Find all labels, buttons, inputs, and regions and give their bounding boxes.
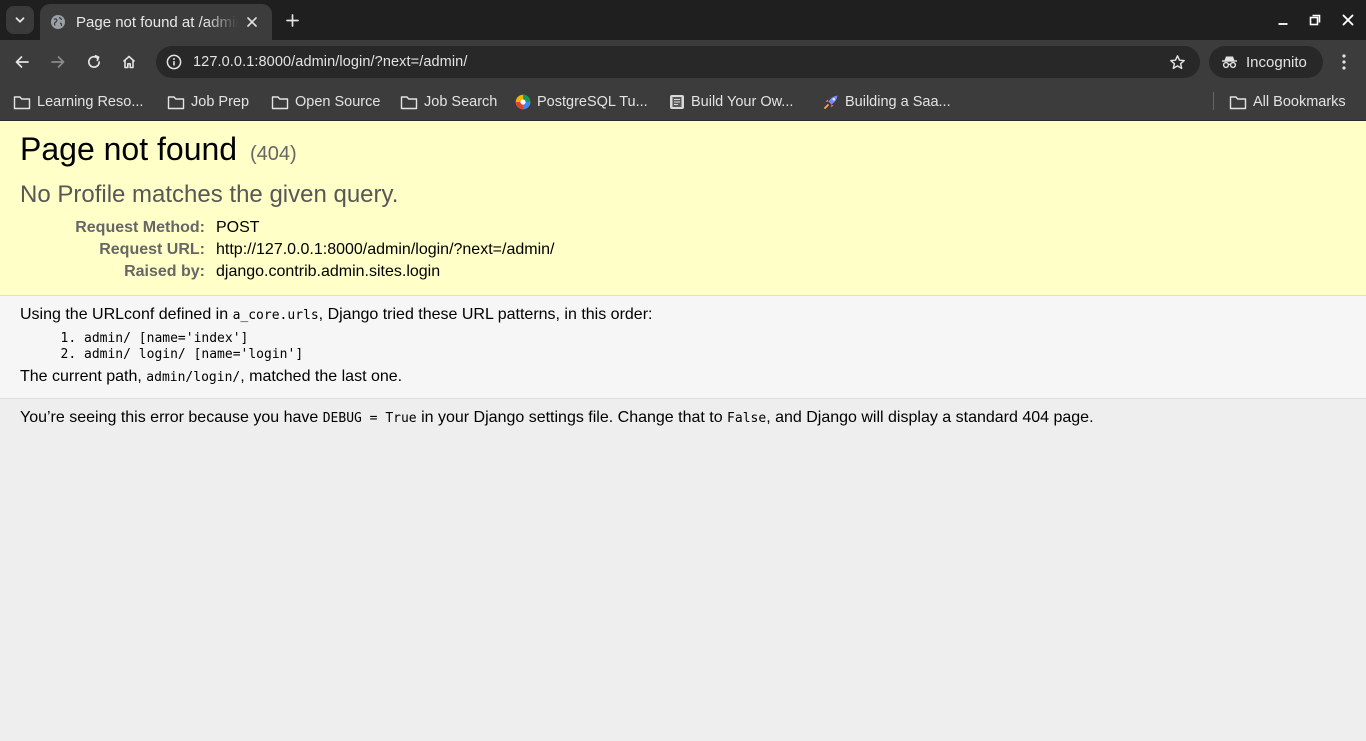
false-code: False xyxy=(727,411,767,426)
status-code: (404) xyxy=(249,143,297,165)
home-button[interactable] xyxy=(115,48,143,76)
page-content: Page not found (404) No Profile matches … xyxy=(0,121,1366,741)
browser-toolbar: 127.0.0.1:8000/admin/login/?next=/admin/… xyxy=(0,40,1366,84)
reload-button[interactable] xyxy=(80,48,108,76)
meta-label: Request URL: xyxy=(99,241,205,258)
more-vertical-icon xyxy=(1342,54,1346,70)
all-bookmarks-label: All Bookmarks xyxy=(1253,94,1346,110)
bookmark-label: Job Prep xyxy=(191,94,250,110)
bookmark-label: Building a Saa... xyxy=(845,94,951,110)
arrow-left-icon xyxy=(15,56,29,68)
url-pattern: admin/ login/ [name='login'] xyxy=(84,347,1346,363)
info-icon xyxy=(166,54,182,70)
debug-explanation: You’re seeing this error because you hav… xyxy=(0,399,1366,437)
forward-button[interactable] xyxy=(44,48,72,76)
exception-message: No Profile matches the given query. xyxy=(20,181,399,208)
bookmarks-divider xyxy=(1213,92,1214,110)
back-button[interactable] xyxy=(8,48,36,76)
close-icon xyxy=(247,17,257,27)
meta-label: Request Method: xyxy=(75,219,205,236)
meta-row: Request URL: http://127.0.0.1:8000/admin… xyxy=(20,239,554,261)
new-tab-button[interactable] xyxy=(281,9,303,31)
bookmarks-bar: Learning Reso... Job Prep Open Source Jo… xyxy=(0,84,1366,121)
star-icon xyxy=(1169,54,1185,69)
page-title: Page not found (404) xyxy=(20,131,1346,172)
bookmark-item[interactable]: Learning Reso... xyxy=(13,90,143,114)
chevron-down-icon xyxy=(15,17,25,23)
urlconf-sentence: Using the URLconf defined in a_core.urls… xyxy=(20,305,1346,325)
reload-icon xyxy=(87,54,101,68)
folder-icon xyxy=(167,95,185,109)
url-text: 127.0.0.1:8000/admin/login/?next=/admin/ xyxy=(193,54,468,70)
bookmark-star-button[interactable] xyxy=(1166,51,1188,73)
home-icon xyxy=(122,55,136,69)
request-meta-table: Request Method: POST Request URL: http:/… xyxy=(20,217,554,283)
incognito-label: Incognito xyxy=(1246,53,1307,71)
urlconf-module: a_core.urls xyxy=(232,308,319,323)
bookmark-label: Learning Reso... xyxy=(37,94,144,110)
tab-title: Page not found at /admin/login/ xyxy=(76,13,238,31)
error-summary: Page not found (404) No Profile matches … xyxy=(0,121,1366,296)
plus-icon xyxy=(285,13,299,27)
current-path: admin/login/ xyxy=(146,370,241,385)
rocket-favicon xyxy=(824,95,838,109)
meta-row: Request Method: POST xyxy=(20,217,554,239)
urlconf-info: Using the URLconf defined in a_core.urls… xyxy=(0,296,1366,399)
address-bar[interactable]: 127.0.0.1:8000/admin/login/?next=/admin/ xyxy=(156,46,1200,78)
folder-icon xyxy=(13,95,31,109)
site-info-button[interactable] xyxy=(158,46,190,78)
bookmark-label: Build Your Ow... xyxy=(691,94,794,110)
bookmark-item[interactable]: Job Prep xyxy=(167,90,249,114)
folder-icon xyxy=(1229,95,1247,109)
bookmark-item[interactable]: Build Your Ow... xyxy=(669,90,793,114)
meta-value: POST xyxy=(216,219,260,236)
minimize-button[interactable] xyxy=(1272,9,1294,31)
globe-icon xyxy=(51,15,65,29)
current-path-prefix: The current path, xyxy=(20,368,147,385)
url-pattern: admin/ [name='index'] xyxy=(84,331,1346,347)
active-tab[interactable]: Page not found at /admin/login/ xyxy=(40,4,272,40)
all-bookmarks-button[interactable]: All Bookmarks xyxy=(1229,90,1346,114)
close-window-button[interactable] xyxy=(1337,9,1359,31)
explanation-text: You’re seeing this error because you hav… xyxy=(20,408,1346,428)
bookmark-label: PostgreSQL Tu... xyxy=(537,94,648,110)
bookmark-item[interactable]: PostgreSQL Tu... xyxy=(515,90,648,114)
bookmark-item[interactable]: Building a Saa... xyxy=(823,90,951,114)
arrow-right-icon xyxy=(51,56,65,68)
url-pattern-list: admin/ [name='index'] admin/ login/ [nam… xyxy=(84,331,1346,362)
debug-setting-code: DEBUG = True xyxy=(322,411,417,426)
urlconf-suffix: , Django tried these URL patterns, in th… xyxy=(318,306,653,323)
current-path-suffix: , matched the last one. xyxy=(240,368,403,385)
minimize-icon xyxy=(1278,23,1288,25)
browser-menu-button[interactable] xyxy=(1332,48,1356,76)
book-favicon xyxy=(670,95,684,109)
meta-label: Raised by: xyxy=(124,263,205,280)
explanation-part: You’re seeing this error because you hav… xyxy=(20,409,323,426)
folder-icon xyxy=(400,95,418,109)
tab-strip: Page not found at /admin/login/ xyxy=(0,0,1366,40)
incognito-profile-button[interactable]: Incognito xyxy=(1209,46,1323,78)
bookmark-label: Open Source xyxy=(295,94,381,110)
incognito-icon xyxy=(1222,56,1237,69)
restore-button[interactable] xyxy=(1304,9,1326,31)
urlconf-prefix: Using the URLconf defined in xyxy=(20,306,233,323)
meta-value: http://127.0.0.1:8000/admin/login/?next=… xyxy=(216,241,555,258)
current-path-sentence: The current path, admin/login/, matched … xyxy=(20,367,1346,387)
explanation-part: in your Django settings file. Change tha… xyxy=(416,409,728,426)
bookmark-item[interactable]: Open Source xyxy=(271,90,380,114)
explanation-part: , and Django will display a standard 404… xyxy=(766,409,1094,426)
close-icon xyxy=(1342,14,1354,26)
error-title: Page not found xyxy=(20,131,238,167)
bookmark-item[interactable]: Job Search xyxy=(400,90,497,114)
close-tab-button[interactable] xyxy=(242,12,262,32)
bookmark-label: Job Search xyxy=(424,94,498,110)
restore-icon xyxy=(1309,14,1321,26)
folder-icon xyxy=(271,95,289,109)
postgres-favicon xyxy=(515,94,531,110)
meta-value: django.contrib.admin.sites.login xyxy=(216,263,441,280)
meta-row: Raised by: django.contrib.admin.sites.lo… xyxy=(20,261,554,283)
tab-search-button[interactable] xyxy=(6,6,34,34)
